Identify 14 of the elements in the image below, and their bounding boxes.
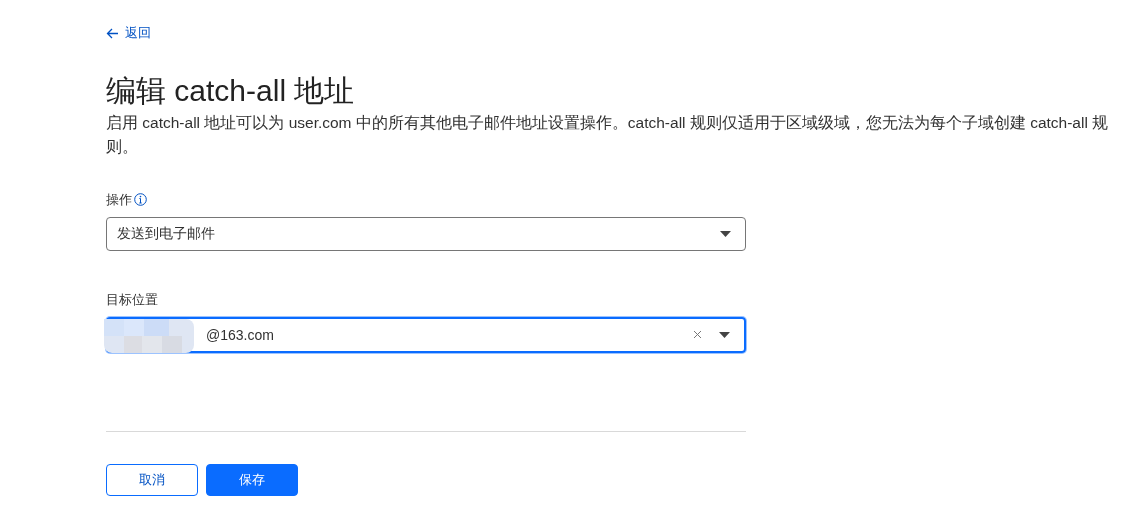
caret-icon bbox=[720, 230, 731, 237]
destination-dropdown[interactable]: @163.com bbox=[106, 316, 746, 353]
description-text: 启用 catch-all 地址可以为 user.com 中的所有其他电子邮件地址设置操作。catch-all 规则仅适用于区域级域，您无法为每个子域创建 catch-all 规则。 bbox=[106, 112, 1110, 157]
save-button[interactable]: 保存 bbox=[206, 463, 298, 496]
field-label: 目标位置 bbox=[106, 290, 158, 309]
clear-icon[interactable] bbox=[693, 330, 702, 339]
cancel-button[interactable]: 取消 bbox=[106, 463, 198, 496]
action-dropdown[interactable]: 发送到电子邮件 bbox=[106, 216, 746, 251]
page-title: 编辑 catch-all 地址 bbox=[106, 72, 356, 109]
caret-icon bbox=[719, 331, 730, 338]
back-arrow-icon bbox=[106, 27, 119, 39]
info-icon bbox=[134, 193, 147, 206]
field-label: 操作 bbox=[106, 190, 132, 209]
back-link[interactable]: 返回 bbox=[106, 24, 151, 42]
